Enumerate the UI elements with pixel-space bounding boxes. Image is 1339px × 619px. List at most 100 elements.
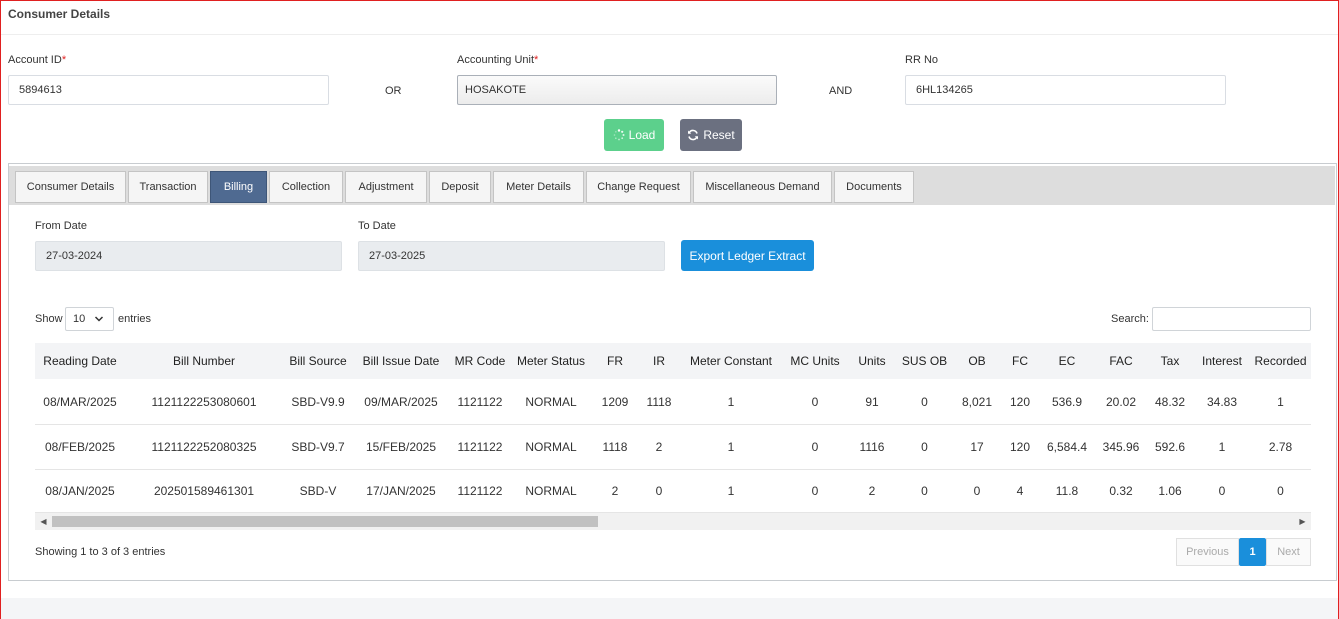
previous-page-button[interactable]: Previous xyxy=(1176,538,1239,566)
table-cell: 1 xyxy=(679,424,783,470)
panel-title: Consumer Details xyxy=(8,7,111,21)
table-cell: 536.9 xyxy=(1038,379,1096,425)
refresh-icon xyxy=(687,129,699,141)
table-cell: 1118 xyxy=(639,379,679,425)
table-info: Showing 1 to 3 of 3 entries xyxy=(35,546,166,558)
column-header[interactable]: Tax xyxy=(1146,343,1194,379)
and-label: AND xyxy=(829,85,853,97)
table-cell: 0 xyxy=(897,469,952,513)
from-date-label: From Date xyxy=(35,220,87,232)
table-cell: 1121122253080601 xyxy=(125,379,283,425)
scrollbar-thumb[interactable] xyxy=(52,516,598,527)
table-cell: 1121122252080325 xyxy=(125,424,283,470)
table-cell: 17 xyxy=(952,424,1002,470)
column-header[interactable]: Interest xyxy=(1194,343,1250,379)
column-header[interactable]: IR xyxy=(639,343,679,379)
tab-miscellaneous-demand[interactable]: Miscellaneous Demand xyxy=(693,171,832,203)
tab-transaction[interactable]: Transaction xyxy=(128,171,208,203)
accounting-unit-select[interactable]: HOSAKOTE xyxy=(457,75,777,105)
table-cell: 8,021 xyxy=(952,379,1002,425)
tab-consumer-details[interactable]: Consumer Details xyxy=(15,171,126,203)
table-cell: SBD-V9.9 xyxy=(283,379,353,425)
column-header[interactable]: Meter Constant xyxy=(679,343,783,379)
next-page-button[interactable]: Next xyxy=(1266,538,1311,566)
load-button-label: Load xyxy=(628,128,656,142)
title-divider xyxy=(1,34,1338,35)
tab-change-request[interactable]: Change Request xyxy=(586,171,691,203)
table-cell: SBD-V xyxy=(283,469,353,513)
table-cell: 1209 xyxy=(591,379,639,425)
table-cell: 2 xyxy=(639,424,679,470)
tab-documents[interactable]: Documents xyxy=(834,171,914,203)
chevron-down-icon xyxy=(94,308,104,338)
to-date-input[interactable]: 27-03-2025 xyxy=(358,241,665,271)
from-date-input[interactable]: 27-03-2024 xyxy=(35,241,342,271)
table-cell: NORMAL xyxy=(511,469,591,513)
tab-deposit[interactable]: Deposit xyxy=(429,171,491,203)
tab-collection[interactable]: Collection xyxy=(269,171,343,203)
table-cell: 1121122 xyxy=(449,379,511,425)
search-input[interactable] xyxy=(1152,307,1311,331)
reset-button-label: Reset xyxy=(703,128,735,142)
table-row: 08/MAR/2025 1121122253080601 SBD-V9.9 09… xyxy=(35,379,1311,425)
account-id-label: Account ID* xyxy=(8,54,67,66)
table-cell: 1 xyxy=(679,469,783,513)
column-header[interactable]: FR xyxy=(591,343,639,379)
tab-meter-details[interactable]: Meter Details xyxy=(493,171,584,203)
entries-label: entries xyxy=(118,313,152,325)
table-cell: 17/JAN/2025 xyxy=(353,469,449,513)
column-header[interactable]: SUS OB xyxy=(897,343,952,379)
table-cell: 08/FEB/2025 xyxy=(35,424,125,470)
column-header[interactable]: Bill Number xyxy=(125,343,283,379)
column-header[interactable]: FC xyxy=(1002,343,1038,379)
table-cell: NORMAL xyxy=(511,424,591,470)
billing-table: Reading Date Bill Number Bill Source Bil… xyxy=(35,343,1311,513)
table-cell: 34.83 xyxy=(1194,379,1250,425)
show-label: Show xyxy=(35,313,63,325)
table-cell: 11.8 xyxy=(1038,469,1096,513)
page-size-select[interactable]: 10 xyxy=(65,307,114,331)
export-ledger-button[interactable]: Export Ledger Extract xyxy=(681,240,814,271)
table-row: 08/JAN/2025 202501589461301 SBD-V 17/JAN… xyxy=(35,469,1311,513)
page-1-button[interactable]: 1 xyxy=(1239,538,1266,566)
search-label: Search: xyxy=(1111,313,1149,325)
table-cell: 1.06 xyxy=(1146,469,1194,513)
triangle-left-icon[interactable]: ◀ xyxy=(35,513,52,530)
load-button[interactable]: Load xyxy=(604,119,664,151)
triangle-right-icon[interactable]: ▶ xyxy=(1294,513,1311,530)
column-header[interactable]: OB xyxy=(952,343,1002,379)
account-id-input[interactable]: 5894613 xyxy=(8,75,329,105)
column-header[interactable]: EC xyxy=(1038,343,1096,379)
to-date-label: To Date xyxy=(358,220,396,232)
column-header[interactable]: Bill Issue Date xyxy=(353,343,449,379)
table-cell: 0 xyxy=(1194,469,1250,513)
table-cell: 48.32 xyxy=(1146,379,1194,425)
table-cell: 08/MAR/2025 xyxy=(35,379,125,425)
column-header[interactable]: Recorded xyxy=(1250,343,1311,379)
rr-no-input[interactable]: 6HL134265 xyxy=(905,75,1226,105)
column-header[interactable]: MC Units xyxy=(783,343,847,379)
column-header[interactable]: Meter Status xyxy=(511,343,591,379)
tab-adjustment[interactable]: Adjustment xyxy=(345,171,427,203)
table-cell: 120 xyxy=(1002,424,1038,470)
page-footer-band xyxy=(1,598,1338,619)
billing-table-wrapper: Reading Date Bill Number Bill Source Bil… xyxy=(35,343,1311,513)
table-cell: SBD-V9.7 xyxy=(283,424,353,470)
column-header[interactable]: FAC xyxy=(1096,343,1146,379)
column-header[interactable]: Units xyxy=(847,343,897,379)
table-cell: 0.32 xyxy=(1096,469,1146,513)
column-header[interactable]: Bill Source xyxy=(283,343,353,379)
table-cell: 1118 xyxy=(591,424,639,470)
reset-button[interactable]: Reset xyxy=(680,119,742,151)
table-cell: 91 xyxy=(847,379,897,425)
table-cell: 1 xyxy=(1194,424,1250,470)
table-cell: 1116 xyxy=(847,424,897,470)
column-header[interactable]: MR Code xyxy=(449,343,511,379)
table-cell: 0 xyxy=(952,469,1002,513)
table-cell: 0 xyxy=(783,379,847,425)
tab-billing[interactable]: Billing xyxy=(210,171,267,203)
table-cell: 2 xyxy=(847,469,897,513)
table-horizontal-scrollbar[interactable]: ◀ ▶ xyxy=(35,513,1311,530)
column-header[interactable]: Reading Date xyxy=(35,343,125,379)
table-cell: 1 xyxy=(679,379,783,425)
